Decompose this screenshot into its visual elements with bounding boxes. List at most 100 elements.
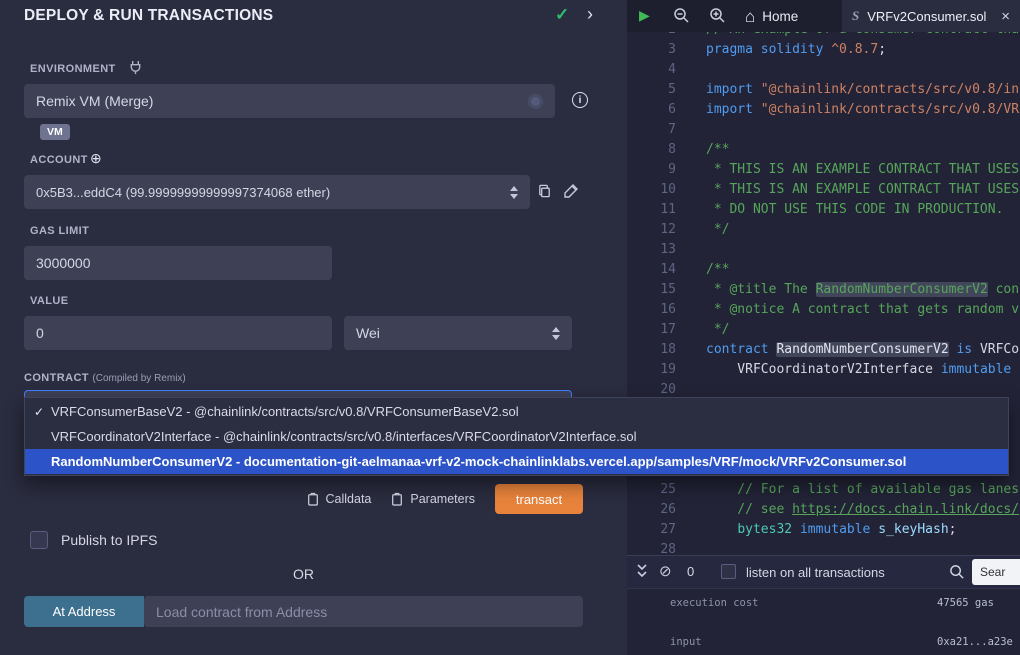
environment-value: Remix VM (Merge): [36, 93, 153, 109]
tab-home[interactable]: ⌂ Home: [737, 0, 806, 32]
listen-all-transactions-checkbox[interactable]: [721, 564, 736, 579]
line-number: 19: [627, 360, 690, 380]
home-icon: ⌂: [745, 8, 755, 25]
zoom-in-icon[interactable]: [709, 7, 726, 24]
terminal-search-input[interactable]: [972, 559, 1020, 585]
terminal-toolbar: ⊘ 0 listen on all transactions: [627, 556, 1020, 589]
terminal-value: 47565 gas: [937, 597, 994, 609]
editor-tabbar: ▶ ⌂ Home S VRFv2Consumer.sol ×: [627, 0, 1020, 32]
line-number: 9: [627, 160, 690, 180]
close-tab-icon[interactable]: ×: [1001, 8, 1010, 25]
code-line: 4: [627, 60, 1020, 80]
line-number: 3: [627, 40, 690, 60]
contract-option-label: VRFCoordinatorV2Interface - @chainlink/c…: [51, 429, 636, 444]
code-line: 19 VRFCoordinatorV2Interface immutable: [627, 360, 1020, 380]
tab-label: VRFv2Consumer.sol: [867, 9, 986, 24]
gas-limit-input[interactable]: [24, 246, 332, 280]
run-script-icon[interactable]: ▶: [639, 7, 650, 24]
line-number: 26: [627, 500, 690, 520]
account-label: ACCOUNT: [30, 154, 88, 166]
info-icon[interactable]: i: [572, 92, 588, 108]
contract-dropdown: ✓VRFConsumerBaseV2 - @chainlink/contract…: [24, 397, 1009, 476]
or-divider: OR: [24, 566, 583, 582]
contract-option[interactable]: VRFCoordinatorV2Interface - @chainlink/c…: [25, 424, 1008, 449]
terminal: ⊘ 0 listen on all transactions execution…: [627, 555, 1020, 655]
code-line: 16 * @notice A contract that gets random…: [627, 300, 1020, 320]
environment-select[interactable]: Remix VM (Merge): [24, 84, 555, 118]
code-line: 5import "@chainlink/contracts/src/v0.8/i…: [627, 80, 1020, 100]
line-number: 27: [627, 520, 690, 540]
tab-home-label: Home: [762, 9, 798, 24]
plug-icon: [128, 60, 143, 75]
line-number: 15: [627, 280, 690, 300]
add-account-icon[interactable]: ⊕: [90, 150, 102, 167]
success-check-icon: ✓: [555, 5, 569, 25]
line-number: 13: [627, 240, 690, 260]
line-number: 4: [627, 60, 690, 80]
terminal-key: input: [670, 636, 702, 648]
code-line: 14/**: [627, 260, 1020, 280]
contract-sublabel: (Compiled by Remix): [92, 373, 185, 384]
search-icon: [949, 564, 965, 580]
clipboard-icon: [391, 492, 403, 506]
transact-button[interactable]: transact: [495, 484, 583, 514]
code-line: 11 * DO NOT USE THIS CODE IN PRODUCTION.: [627, 200, 1020, 220]
terminal-row: input0xa21...a23e: [627, 633, 1020, 653]
contract-option[interactable]: ✓VRFConsumerBaseV2 - @chainlink/contract…: [25, 399, 1008, 424]
editor-pane: ▶ ⌂ Home S VRFv2Consumer.sol × 2// An ex…: [627, 0, 1020, 655]
deploy-run-panel: DEPLOY & RUN TRANSACTIONS ✓ › ENVIRONMEN…: [0, 0, 627, 655]
code-line: 10 * THIS IS AN EXAMPLE CONTRACT THAT US…: [627, 180, 1020, 200]
contract-option-label: RandomNumberConsumerV2 - documentation-g…: [51, 454, 906, 469]
gas-limit-label: GAS LIMIT: [30, 225, 89, 237]
line-number: 8: [627, 140, 690, 160]
selected-check-icon: ✓: [34, 405, 51, 419]
value-input[interactable]: [24, 316, 332, 350]
code-line: 7: [627, 120, 1020, 140]
publish-ipfs-checkbox[interactable]: [30, 531, 48, 549]
account-value: 0x5B3...eddC4 (99.99999999999997374068 e…: [36, 185, 330, 200]
terminal-output: execution cost 47565 gas input0xa21...a23e: [627, 589, 1020, 653]
line-number: 14: [627, 260, 690, 280]
zoom-out-icon[interactable]: [673, 7, 690, 24]
line-number: 11: [627, 200, 690, 220]
line-number: 7: [627, 120, 690, 140]
tab-vrfv2consumer[interactable]: S VRFv2Consumer.sol ×: [842, 0, 1020, 32]
expand-panel-arrow-icon[interactable]: ›: [587, 4, 593, 25]
code-line: 15 * @title The RandomNumberConsumerV2 c…: [627, 280, 1020, 300]
clipboard-icon: [307, 492, 319, 506]
transaction-count-badge: 0: [687, 564, 694, 579]
code-line: 25 // For a list of available gas lanes,: [627, 480, 1020, 500]
at-address-row: At Address: [24, 596, 583, 627]
publish-ipfs-label: Publish to IPFS: [61, 532, 158, 548]
deploy-actions: Calldata Parameters transact: [24, 484, 583, 514]
line-number: 17: [627, 320, 690, 340]
value-unit-select[interactable]: Wei: [344, 316, 572, 350]
code-line: 3pragma solidity ^0.8.7;: [627, 40, 1020, 60]
code-line: 6import "@chainlink/contracts/src/v0.8/V…: [627, 100, 1020, 120]
code-line: 12 */: [627, 220, 1020, 240]
code-line: 27 bytes32 immutable s_keyHash;: [627, 520, 1020, 540]
code-line: 28: [627, 540, 1020, 556]
contract-label: CONTRACT (Compiled by Remix): [24, 372, 186, 384]
select-arrows-icon: [510, 186, 518, 199]
expand-terminal-icon[interactable]: [635, 561, 649, 581]
code-line: 17 */: [627, 320, 1020, 340]
parameters-button[interactable]: Parameters: [391, 492, 475, 506]
contract-option[interactable]: RandomNumberConsumerV2 - documentation-g…: [25, 449, 1008, 474]
account-select[interactable]: 0x5B3...eddC4 (99.99999999999997374068 e…: [24, 175, 530, 209]
copy-account-icon[interactable]: [537, 183, 552, 199]
line-number: 18: [627, 340, 690, 360]
edit-account-icon[interactable]: [563, 183, 579, 199]
calldata-button[interactable]: Calldata: [307, 492, 372, 506]
code-line: 9 * THIS IS AN EXAMPLE CONTRACT THAT USE…: [627, 160, 1020, 180]
at-address-button[interactable]: At Address: [24, 596, 144, 627]
code-line: 8/**: [627, 140, 1020, 160]
clear-console-icon[interactable]: ⊘: [659, 562, 672, 580]
at-address-input[interactable]: [144, 596, 583, 627]
environment-indicator-icon: [528, 94, 543, 109]
line-number: 5: [627, 80, 690, 100]
line-number: 12: [627, 220, 690, 240]
contract-option-label: VRFConsumerBaseV2 - @chainlink/contracts…: [51, 404, 519, 419]
solidity-file-icon: S: [852, 8, 859, 24]
terminal-key: execution cost: [670, 597, 759, 609]
